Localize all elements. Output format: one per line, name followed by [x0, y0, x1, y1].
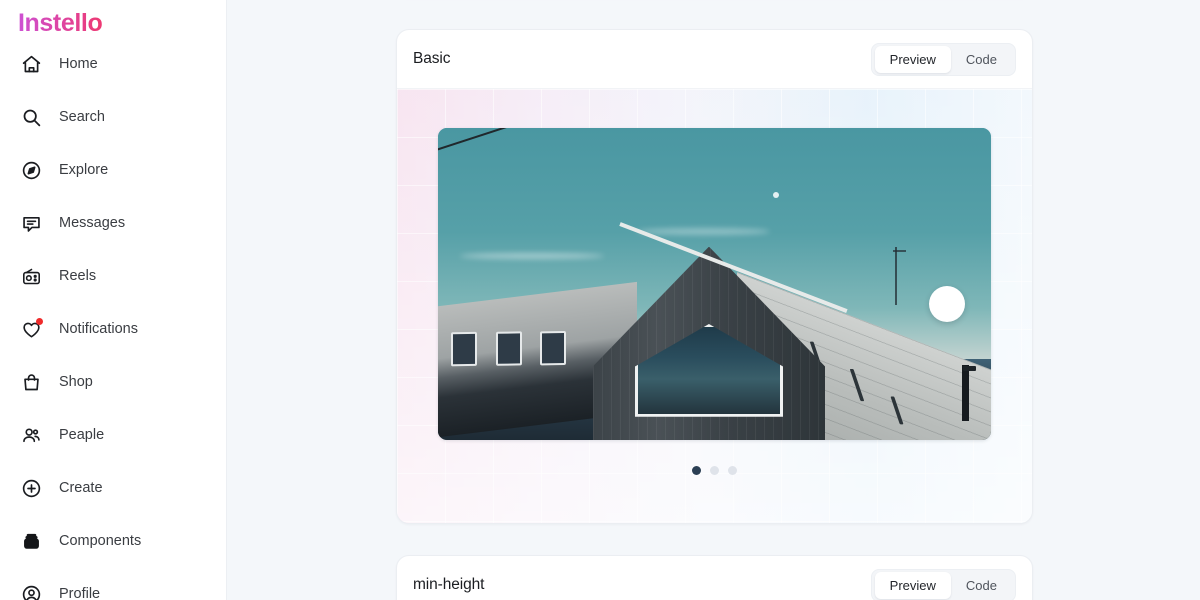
tab-code[interactable]: Code: [951, 572, 1012, 599]
people-icon: [19, 423, 44, 448]
components-icon: [19, 529, 44, 554]
card-header: Basic Preview Code: [397, 30, 1032, 89]
component-card-list: Basic Preview Code min-height Preview Co…: [396, 0, 1033, 600]
sidebar-item-shop[interactable]: Shop: [0, 356, 226, 409]
brand-logo[interactable]: Instello: [0, 0, 226, 37]
carousel-image: [438, 128, 991, 440]
sidebar-item-label: Home: [59, 56, 98, 73]
sidebar-item-label: Reels: [59, 268, 97, 285]
photo-skylight: [495, 331, 522, 366]
main-content: Basic Preview Code min-height Preview Co…: [227, 0, 1200, 600]
app-root: Instello Home Search Explore Messages Re…: [0, 0, 1200, 600]
sidebar-item-reels[interactable]: Reels: [0, 250, 226, 303]
carousel-dots: [397, 466, 1032, 475]
photo-cloud: [460, 252, 604, 259]
tab-preview[interactable]: Preview: [874, 45, 951, 73]
sidebar-item-home[interactable]: Home: [0, 38, 226, 91]
plus-circle-icon: [19, 476, 44, 501]
sidebar: Instello Home Search Explore Messages Re…: [0, 0, 227, 600]
photo-moon: [772, 191, 779, 198]
component-card-basic: Basic Preview Code: [396, 29, 1033, 524]
sidebar-item-profile[interactable]: Profile: [0, 568, 226, 600]
sidebar-item-components[interactable]: Components: [0, 515, 226, 568]
sidebar-item-create[interactable]: Create: [0, 462, 226, 515]
carousel-dot[interactable]: [692, 466, 701, 475]
tab-preview[interactable]: Preview: [874, 571, 951, 599]
search-icon: [19, 105, 44, 130]
carousel-dot[interactable]: [710, 466, 719, 475]
compass-icon: [19, 158, 44, 183]
reels-icon: [19, 264, 44, 289]
sidebar-item-label: Messages: [59, 215, 126, 232]
notification-badge: [36, 318, 43, 325]
sidebar-item-label: Explore: [59, 162, 109, 179]
preview-code-toggle: Preview Code: [870, 568, 1016, 600]
message-icon: [19, 211, 44, 236]
photo-chimney-cap: [962, 366, 976, 372]
sidebar-nav: Home Search Explore Messages Reels Notif…: [0, 34, 226, 600]
component-card-min-height: min-height Preview Code: [396, 555, 1033, 600]
sidebar-item-label: Peaple: [59, 427, 105, 444]
carousel-next-button[interactable]: [929, 285, 965, 322]
sidebar-item-label: Notifications: [59, 321, 138, 338]
sidebar-item-search[interactable]: Search: [0, 91, 226, 144]
carousel-dot[interactable]: [728, 466, 737, 475]
heart-icon: [19, 317, 44, 342]
photo-antenna: [895, 246, 897, 305]
sidebar-item-messages[interactable]: Messages: [0, 197, 226, 250]
profile-icon: [19, 582, 44, 600]
card-header: min-height Preview Code: [397, 556, 1032, 600]
sidebar-item-label: Create: [59, 480, 103, 497]
sidebar-item-label: Search: [59, 109, 105, 126]
tab-code[interactable]: Code: [951, 46, 1012, 73]
photo-antenna-bar: [893, 249, 907, 252]
sidebar-item-people[interactable]: Peaple: [0, 409, 226, 462]
preview-stage: [397, 89, 1032, 523]
sidebar-item-label: Profile: [59, 586, 101, 600]
sidebar-item-notifications[interactable]: Notifications: [0, 303, 226, 356]
home-icon: [19, 52, 44, 77]
sidebar-item-label: Shop: [59, 374, 93, 391]
page-title: min-height: [413, 576, 485, 593]
carousel-slide[interactable]: [438, 128, 991, 440]
photo-cloud: [637, 227, 770, 235]
bag-icon: [19, 370, 44, 395]
sidebar-item-label: Components: [59, 533, 142, 550]
preview-code-toggle: Preview Code: [870, 42, 1016, 76]
photo-chimney: [961, 365, 969, 422]
sidebar-item-explore[interactable]: Explore: [0, 144, 226, 197]
photo-skylight: [451, 331, 478, 367]
photo-skylight: [539, 331, 566, 366]
page-title: Basic: [413, 50, 451, 67]
